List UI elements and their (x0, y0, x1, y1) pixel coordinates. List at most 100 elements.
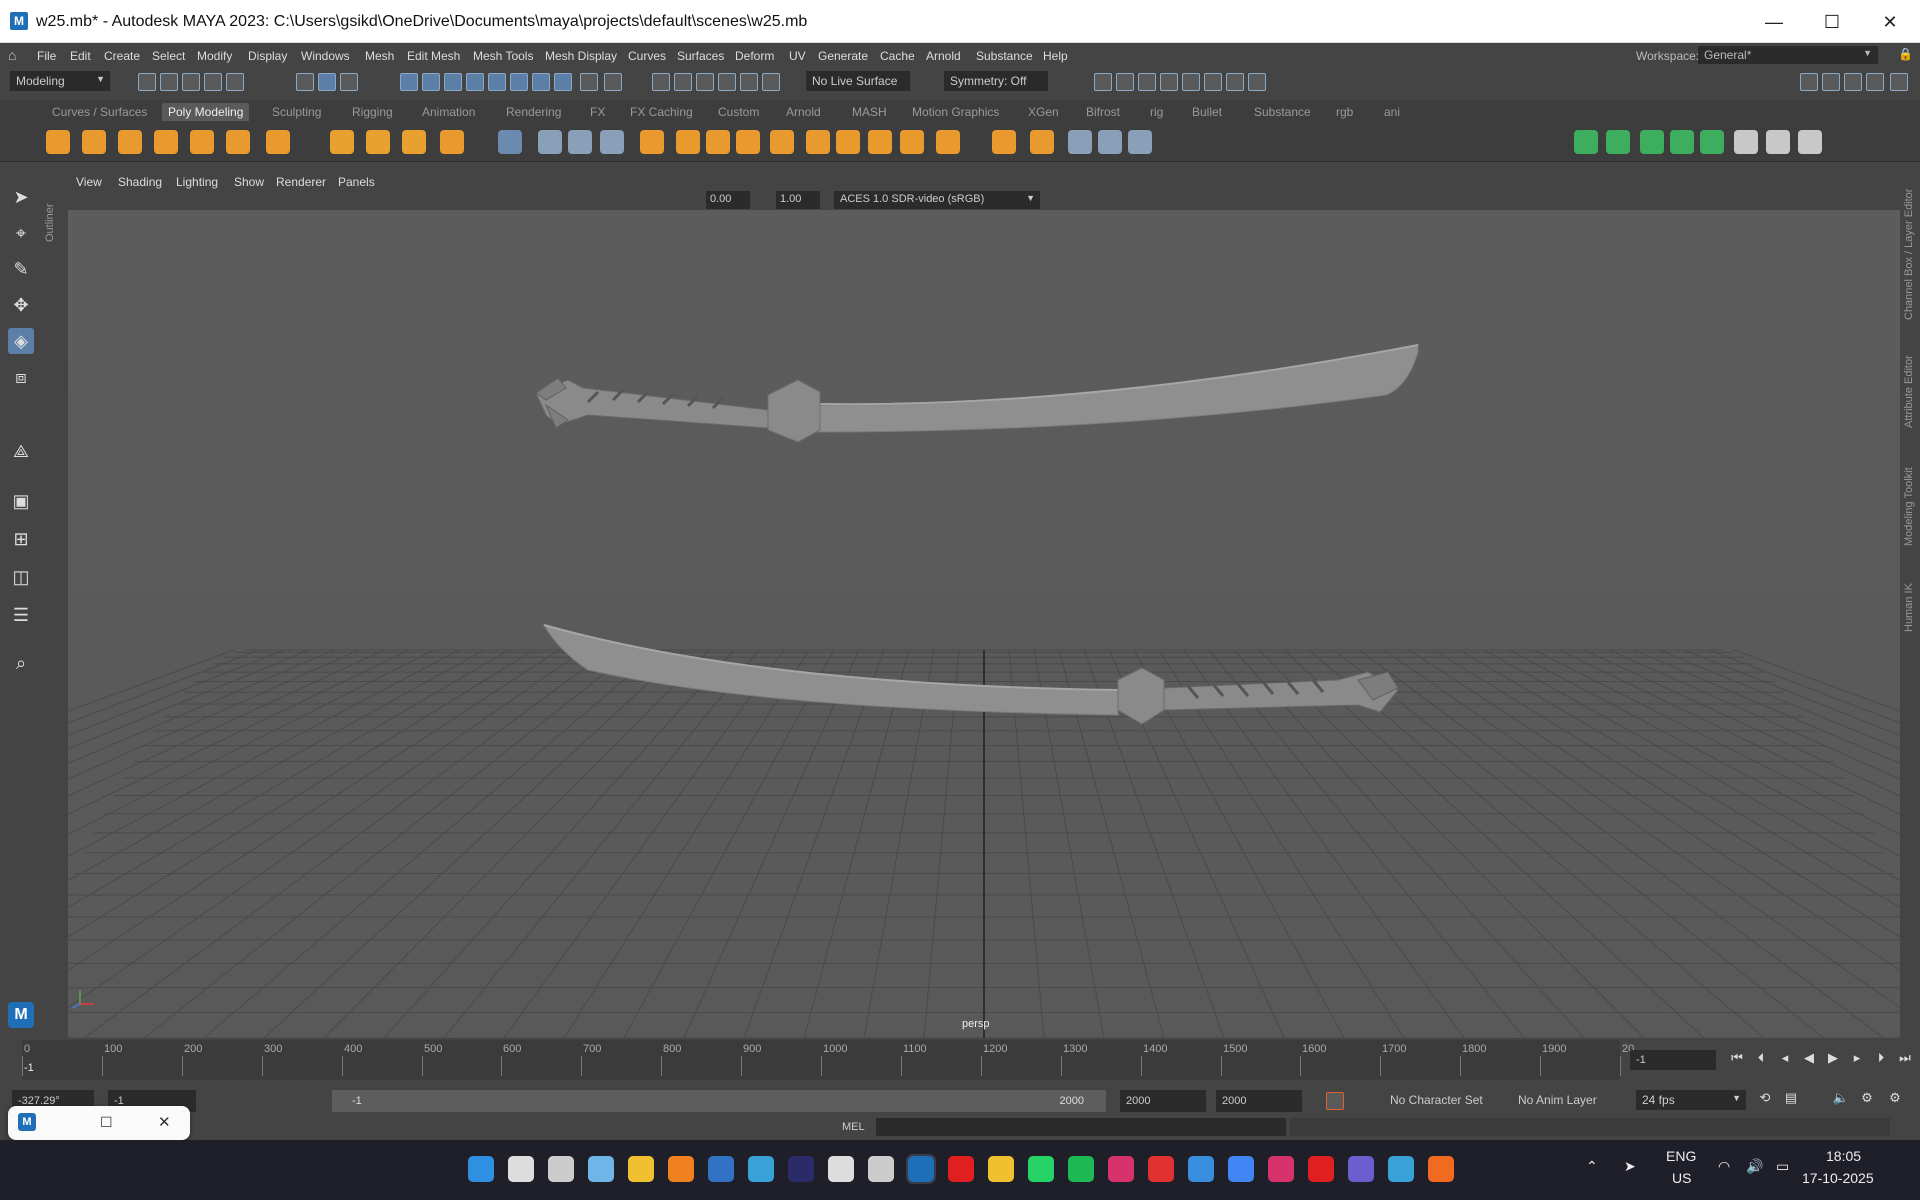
mel-input[interactable] (876, 1118, 1286, 1136)
maximize-button[interactable]: ☐ (1810, 8, 1854, 36)
shelf-tool-icon[interactable] (770, 130, 794, 154)
shelf-tool-icon[interactable] (82, 130, 106, 154)
lasso-tool-icon[interactable]: ⌖ (8, 220, 34, 246)
shelf-tool-icon[interactable] (706, 130, 730, 154)
channel-box-tab[interactable]: Channel Box / Layer Editor (1903, 180, 1915, 320)
pause-render-icon[interactable] (1248, 73, 1266, 91)
panel-menu-panels[interactable]: Panels (338, 175, 375, 189)
taskbar-app-icon[interactable] (1188, 1156, 1214, 1182)
output-icon[interactable] (718, 73, 736, 91)
lock-icon[interactable] (580, 73, 598, 91)
clock-date[interactable]: 17-10-2025 (1802, 1170, 1874, 1186)
restore-icon[interactable]: ☐ (100, 1114, 113, 1131)
go-to-start-icon[interactable]: ⏮ (1728, 1050, 1746, 1070)
animation-end-field[interactable]: 2000 (1216, 1090, 1302, 1112)
shelf-tool-icon[interactable] (676, 130, 700, 154)
step-forward-key-icon[interactable]: ⏵ (1872, 1050, 1890, 1070)
select-hierarchy-icon[interactable] (296, 73, 314, 91)
snap-plane-icon[interactable] (510, 73, 528, 91)
time-slider[interactable]: 0 100 200 300 400 500 600 700 800 900 1000 1100 1200… (22, 1040, 1634, 1080)
clock-time[interactable]: 18:05 (1826, 1148, 1861, 1164)
tab-bifrost[interactable]: Bifrost (1080, 103, 1126, 121)
language-bottom[interactable]: US (1672, 1170, 1691, 1186)
home-icon[interactable]: ⌂ (8, 47, 24, 63)
taskbar-app-icon[interactable] (548, 1156, 574, 1182)
save-scene-icon[interactable] (182, 73, 200, 91)
taskbar-app-icon[interactable] (1108, 1156, 1134, 1182)
taskbar-app-icon[interactable] (708, 1156, 734, 1182)
shelf-tool-icon[interactable] (440, 130, 464, 154)
snap-curve-icon[interactable] (422, 73, 440, 91)
refresh-icon[interactable] (762, 73, 780, 91)
taskbar-app-icon[interactable] (668, 1156, 694, 1182)
human-ik-tab[interactable]: Human IK (1903, 572, 1915, 632)
shelf-tool-icon[interactable] (1766, 130, 1790, 154)
shelf-tool-icon[interactable] (806, 130, 830, 154)
open-scene-icon[interactable] (160, 73, 178, 91)
history-icon[interactable] (652, 73, 670, 91)
taskbar-app-icon[interactable] (988, 1156, 1014, 1182)
channel-box-icon[interactable] (1822, 73, 1840, 91)
shelf-tool-icon[interactable] (330, 130, 354, 154)
step-back-frame-icon[interactable]: ◂ (1776, 1050, 1794, 1070)
scale-tool-icon[interactable]: ⧈ (8, 364, 34, 390)
render-view-icon[interactable] (1094, 73, 1112, 91)
taskbar-app-icon[interactable] (1228, 1156, 1254, 1182)
fps-dropdown[interactable]: 24 fps ▼ (1636, 1090, 1746, 1110)
menu-edit-mesh[interactable]: Edit Mesh (407, 49, 460, 63)
language-top[interactable]: ENG (1666, 1148, 1696, 1164)
taskbar-app-icon[interactable] (1348, 1156, 1374, 1182)
attribute-editor-icon[interactable] (1844, 73, 1862, 91)
taskbar-app-icon[interactable] (508, 1156, 534, 1182)
snap-grid-icon[interactable] (400, 73, 418, 91)
panel-menu-lighting[interactable]: Lighting (176, 175, 218, 189)
shelf-tool-icon[interactable] (1030, 130, 1054, 154)
panel-menu-renderer[interactable]: Renderer (276, 175, 326, 189)
shelf-tool-icon[interactable] (190, 130, 214, 154)
outliner-tab[interactable]: Outliner (44, 182, 58, 242)
shelf-tool-icon[interactable] (1068, 130, 1092, 154)
exposure-field[interactable]: 0.00 (706, 191, 750, 209)
close-icon[interactable]: ✕ (158, 1113, 171, 1131)
tab-rgb[interactable]: rgb (1330, 103, 1359, 121)
shelf-tool-icon[interactable] (1798, 130, 1822, 154)
tool-settings-icon[interactable] (1866, 73, 1884, 91)
menu-mesh-display[interactable]: Mesh Display (545, 49, 617, 63)
render-settings-icon[interactable] (1160, 73, 1178, 91)
shelf-tool-icon[interactable] (538, 130, 562, 154)
menu-mesh-tools[interactable]: Mesh Tools (473, 49, 533, 63)
input-icon[interactable] (696, 73, 714, 91)
tab-mash[interactable]: MASH (846, 103, 893, 121)
snap-point-icon[interactable] (444, 73, 462, 91)
help-icon[interactable] (554, 73, 572, 91)
viewport-persp[interactable]: persp (68, 210, 1900, 1038)
move-tool-icon[interactable]: ✥ (8, 292, 34, 318)
menu-windows[interactable]: Windows (301, 49, 350, 63)
arnold-render-icon[interactable] (1204, 73, 1222, 91)
taskbar-app-icon[interactable] (1268, 1156, 1294, 1182)
taskbar-app-icon[interactable] (628, 1156, 654, 1182)
snap-surface-icon[interactable] (488, 73, 506, 91)
shelf-tool-icon[interactable] (736, 130, 760, 154)
menu-create[interactable]: Create (104, 49, 140, 63)
select-component-icon[interactable] (340, 73, 358, 91)
shelf-tool-icon[interactable] (568, 130, 592, 154)
menu-file[interactable]: File (37, 49, 56, 63)
taskbar-app-icon[interactable] (1308, 1156, 1334, 1182)
tab-rig[interactable]: rig (1144, 103, 1169, 121)
shelf-tool-icon[interactable] (366, 130, 390, 154)
go-to-end-icon[interactable]: ⏭ (1896, 1050, 1914, 1070)
tab-curves-surfaces[interactable]: Curves / Surfaces (46, 103, 153, 121)
shelf-tool-icon[interactable] (1574, 130, 1598, 154)
menu-mesh[interactable]: Mesh (365, 49, 394, 63)
taskbar-app-icon[interactable] (828, 1156, 854, 1182)
shelf-tool-icon[interactable] (226, 130, 250, 154)
shelf-tool-icon[interactable] (640, 130, 664, 154)
taskbar-app-icon[interactable] (588, 1156, 614, 1182)
taskbar-app-icon[interactable] (788, 1156, 814, 1182)
undo-icon[interactable] (204, 73, 222, 91)
attribute-editor-tab[interactable]: Attribute Editor (1903, 348, 1915, 428)
shelf-tool-icon[interactable] (1700, 130, 1724, 154)
layer-editor-icon[interactable] (1890, 73, 1908, 91)
redo-icon[interactable] (226, 73, 244, 91)
